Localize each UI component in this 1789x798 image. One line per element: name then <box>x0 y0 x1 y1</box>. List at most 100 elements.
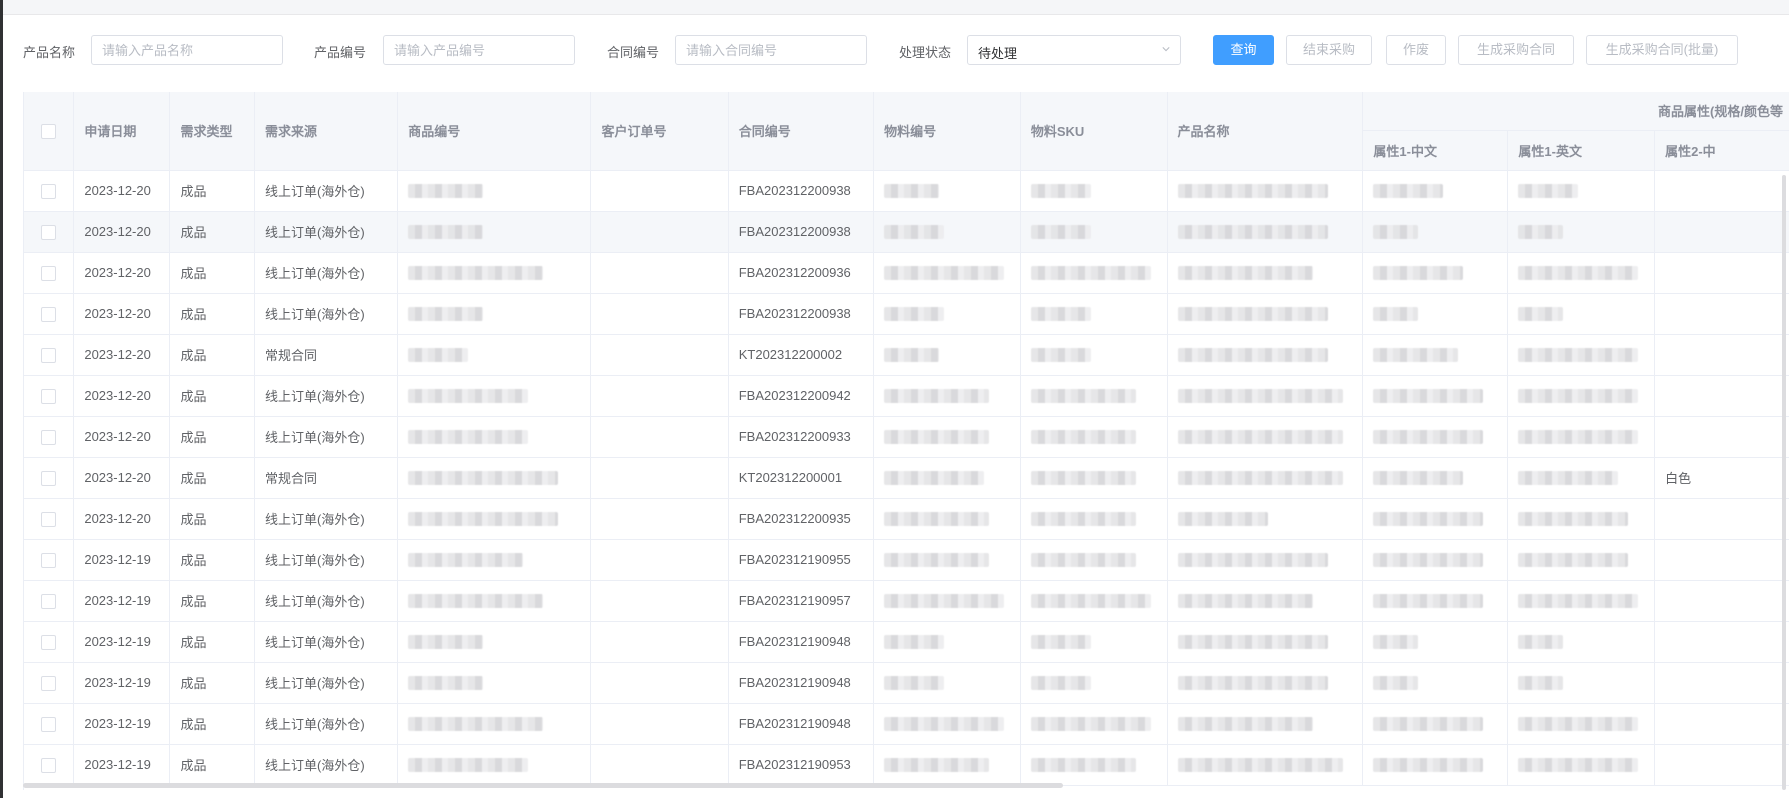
redacted-value <box>408 717 544 732</box>
demand-source-cell: 线上订单(海外仓) <box>254 293 399 335</box>
table-row[interactable]: 2023-12-20 成品 线上订单(海外仓) FBA202312200936 <box>24 252 1789 294</box>
table-row[interactable]: 2023-12-20 成品 线上订单(海外仓) FBA202312200933 <box>24 416 1789 458</box>
product-code-input[interactable] <box>384 36 574 64</box>
redacted-value <box>408 594 544 609</box>
apply-date-cell: 2023-12-19 <box>73 744 171 786</box>
table-row[interactable]: 2023-12-19 成品 线上订单(海外仓) FBA202312190948 <box>24 621 1789 663</box>
product-code-cell <box>397 703 592 745</box>
redacted-value <box>1030 266 1151 281</box>
header-demand-type[interactable]: 需求类型 <box>169 92 255 171</box>
material-sku-cell <box>1020 621 1168 663</box>
redacted-value <box>1518 307 1564 322</box>
header-attr2-cn[interactable]: 属性2-中 <box>1654 130 1789 171</box>
product-name-field[interactable] <box>91 35 283 65</box>
end-purchase-button[interactable]: 结束采购 <box>1286 35 1372 65</box>
redacted-value <box>1030 594 1151 609</box>
row-checkbox[interactable] <box>41 552 57 568</box>
attr2-cn-cell <box>1654 662 1789 704</box>
attr1-cn-cell <box>1362 416 1509 458</box>
row-checkbox[interactable] <box>41 183 57 199</box>
row-checkbox[interactable] <box>41 757 57 773</box>
contract-no-cell: FBA202312190948 <box>728 621 875 663</box>
redacted-value <box>408 266 544 281</box>
header-attr1-cn[interactable]: 属性1-中文 <box>1362 130 1509 171</box>
header-demand-source[interactable]: 需求来源 <box>254 92 399 171</box>
table-row[interactable]: 2023-12-19 成品 线上订单(海外仓) FBA202312190957 <box>24 580 1789 622</box>
row-checkbox[interactable] <box>41 634 57 650</box>
row-checkbox[interactable] <box>41 470 57 486</box>
product-code-cell <box>397 539 592 581</box>
contract-code-field[interactable] <box>675 35 867 65</box>
apply-date-cell: 2023-12-20 <box>73 375 171 417</box>
void-button[interactable]: 作废 <box>1386 35 1446 65</box>
row-checkbox[interactable] <box>41 716 57 732</box>
table-row[interactable]: 2023-12-20 成品 线上订单(海外仓) FBA202312200935 <box>24 498 1789 540</box>
row-select-cell <box>24 416 75 458</box>
redacted-value <box>1518 471 1619 486</box>
table-row[interactable]: 2023-12-20 成品 常规合同 KT202312200002 <box>24 334 1789 376</box>
horizontal-scrollbar[interactable] <box>23 783 1063 788</box>
table-row[interactable]: 2023-12-19 成品 线上订单(海外仓) FBA202312190948 <box>24 703 1789 745</box>
product-name-cell <box>1167 580 1364 622</box>
query-button[interactable]: 查询 <box>1213 35 1274 65</box>
header-material-code[interactable]: 物料编号 <box>873 92 1021 171</box>
row-checkbox[interactable] <box>41 347 57 363</box>
attr1-cn-cell <box>1362 621 1509 663</box>
row-checkbox[interactable] <box>41 675 57 691</box>
select-all-checkbox[interactable] <box>41 123 57 139</box>
attr1-en-cell <box>1507 211 1656 253</box>
header-material-sku[interactable]: 物料SKU <box>1020 92 1168 171</box>
header-product-code[interactable]: 商品编号 <box>397 92 592 171</box>
row-checkbox[interactable] <box>41 429 57 445</box>
row-checkbox[interactable] <box>41 306 57 322</box>
row-checkbox[interactable] <box>41 265 57 281</box>
row-checkbox[interactable] <box>41 224 57 240</box>
demand-type-cell: 成品 <box>169 498 255 540</box>
attr2-cn-cell <box>1654 539 1789 581</box>
contract-no-cell: FBA202312190948 <box>728 662 875 704</box>
redacted-value <box>1177 225 1328 240</box>
generate-contract-button[interactable]: 生成采购合同 <box>1458 35 1574 65</box>
row-checkbox[interactable] <box>41 593 57 609</box>
status-select-value: 待处理 <box>978 46 1018 61</box>
table-row[interactable]: 2023-12-20 成品 线上订单(海外仓) FBA202312200938 <box>24 211 1789 253</box>
row-checkbox[interactable] <box>41 511 57 527</box>
row-select-cell <box>24 211 75 253</box>
product-name-cell <box>1167 457 1364 499</box>
header-customer-order[interactable]: 客户订单号 <box>590 92 729 171</box>
table-row[interactable]: 2023-12-19 成品 线上订单(海外仓) FBA202312190953 <box>24 744 1789 786</box>
product-name-input[interactable] <box>92 36 282 64</box>
contract-code-input[interactable] <box>676 36 866 64</box>
redacted-value <box>1518 430 1639 445</box>
generate-contract-batch-button[interactable]: 生成采购合同(批量) <box>1586 35 1738 65</box>
table-row[interactable]: 2023-12-19 成品 线上订单(海外仓) FBA202312190948 <box>24 662 1789 704</box>
attr2-cn-cell <box>1654 416 1789 458</box>
demand-type-cell: 成品 <box>169 293 255 335</box>
redacted-value <box>884 184 940 199</box>
material-code-cell <box>873 170 1021 212</box>
table-row[interactable]: 2023-12-20 成品 线上订单(海外仓) FBA202312200938 <box>24 293 1789 335</box>
header-attr1-en[interactable]: 属性1-英文 <box>1507 130 1656 171</box>
product-name-cell <box>1167 498 1364 540</box>
attr1-en-cell <box>1507 621 1656 663</box>
demand-source-cell: 线上订单(海外仓) <box>254 539 399 581</box>
table-row[interactable]: 2023-12-20 成品 线上订单(海外仓) FBA202312200942 <box>24 375 1789 417</box>
status-select[interactable]: 待处理 <box>967 35 1181 65</box>
material-code-cell <box>873 416 1021 458</box>
vertical-scrollbar[interactable] <box>1782 175 1786 790</box>
table-row[interactable]: 2023-12-20 成品 线上订单(海外仓) FBA202312200938 <box>24 170 1789 212</box>
redacted-value <box>1177 717 1313 732</box>
attr1-cn-cell <box>1362 211 1509 253</box>
table-row[interactable]: 2023-12-20 成品 常规合同 KT202312200001 白色 <box>24 457 1789 499</box>
header-product-name[interactable]: 产品名称 <box>1167 92 1364 171</box>
attr1-en-cell <box>1507 334 1656 376</box>
header-apply-date[interactable]: 申请日期 <box>73 92 171 171</box>
row-checkbox[interactable] <box>41 388 57 404</box>
product-code-field[interactable] <box>383 35 575 65</box>
redacted-value <box>884 266 1005 281</box>
table-row[interactable]: 2023-12-19 成品 线上订单(海外仓) FBA202312190955 <box>24 539 1789 581</box>
redacted-value <box>1373 471 1464 486</box>
header-contract-no[interactable]: 合同编号 <box>728 92 875 171</box>
customer-order-cell <box>590 416 729 458</box>
redacted-value <box>884 389 990 404</box>
